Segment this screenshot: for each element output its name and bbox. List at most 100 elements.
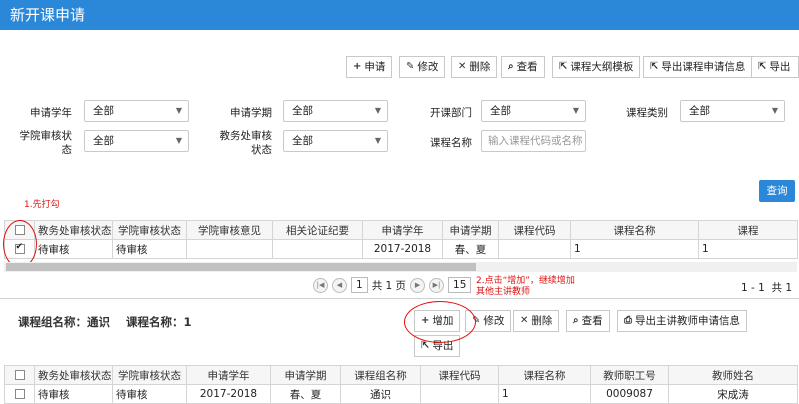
table-row[interactable]: 待审核 待审核 2017-2018 春、夏 通识 1 0009087 宋成涛 [4, 384, 798, 404]
group-value: 通识 [87, 315, 110, 329]
office-status-select[interactable]: 全部 ▼ [283, 130, 388, 152]
college-status-label: 学院审核状态 [19, 130, 73, 156]
export-icon: ⇱ [559, 61, 568, 72]
col-college-opinion[interactable]: 学院审核意见 [186, 220, 273, 240]
chevron-down-icon: ▼ [572, 106, 579, 115]
table-cell: 待审核 [34, 384, 113, 404]
table-header-row: 教务处审核状态 学院审核状态 学院审核意见 相关论证纪要 申请学年 申请学期 课… [4, 220, 798, 240]
chevron-down-icon: ▼ [771, 106, 778, 115]
export-apply-button[interactable]: ⇱ 导出课程申请信息 [643, 56, 753, 78]
table-cell [186, 239, 273, 259]
col-course-code[interactable]: 课程代码 [498, 220, 571, 240]
col-term[interactable]: 申请学期 [442, 220, 499, 240]
next-page-icon[interactable]: ▶ [410, 277, 426, 293]
col-course-name[interactable]: 课程名称 [498, 365, 591, 385]
col-course-code[interactable]: 课程代码 [420, 365, 499, 385]
apply-button[interactable]: + 申请 [346, 56, 393, 78]
col-teacher-id[interactable]: 教师职工号 [590, 365, 669, 385]
col-minutes[interactable]: 相关论证纪要 [272, 220, 363, 240]
divider [0, 298, 799, 299]
edit-button[interactable]: ✎ 修改 [399, 56, 446, 78]
teacher-table: 教务处审核状态 学院审核状态 申请学年 申请学期 课程组名称 课程代码 课程名称… [4, 365, 798, 404]
col-term[interactable]: 申请学期 [270, 365, 341, 385]
type-select[interactable]: 全部 ▼ [680, 100, 785, 122]
annotation-circle-checkbox [3, 220, 37, 268]
sub-view-button[interactable]: ⌕ 查看 [566, 310, 610, 332]
window-title: 新开课申请 [0, 0, 799, 30]
horizontal-scrollbar[interactable] [4, 262, 797, 272]
col-office-status[interactable]: 教务处审核状态 [34, 220, 113, 240]
page-input[interactable]: 1 [351, 277, 368, 293]
syllabus-template-button[interactable]: ⇱ 课程大纲模板 [552, 56, 641, 78]
table-cell: 1 [698, 239, 798, 259]
first-page-icon[interactable]: |◀ [313, 277, 328, 293]
table-cell: 通识 [340, 384, 421, 404]
annotation-step2: 2.点击“增加”，继续增加其他主讲教师 [476, 276, 575, 297]
syllabus-label: 课程大纲模板 [570, 61, 634, 73]
col-group-name[interactable]: 课程组名称 [340, 365, 421, 385]
export-button[interactable]: ⇱ 导出 [751, 56, 799, 78]
table-cell: 待审核 [112, 239, 187, 259]
table-cell: 宋成涛 [668, 384, 798, 404]
delete-button[interactable]: ✕ 删除 [451, 56, 498, 78]
course-name-input[interactable]: 输入课程代码或名称 [481, 130, 586, 152]
table-cell: 待审核 [34, 239, 113, 259]
scrollbar-thumb[interactable] [6, 263, 476, 271]
prev-page-icon[interactable]: ◀ [332, 277, 347, 293]
page-size-select[interactable]: 15 [448, 277, 472, 293]
sub-delete-button[interactable]: ✕ 删除 [513, 310, 560, 332]
col-course[interactable]: 课程 [698, 220, 798, 240]
col-college-status[interactable]: 学院审核状态 [112, 365, 187, 385]
query-button[interactable]: 查询 [759, 180, 795, 202]
term-select[interactable]: 全部 ▼ [283, 100, 388, 122]
total-count: 共 1 [771, 282, 793, 294]
col-college-status[interactable]: 学院审核状态 [112, 220, 187, 240]
search-icon: ⌕ [573, 315, 579, 326]
export-icon: ⇱ [650, 61, 659, 72]
range-text: 1 - 1 共 1 [741, 280, 792, 295]
printer-icon: ⎙ [624, 315, 632, 326]
col-teacher-name[interactable]: 教师姓名 [668, 365, 798, 385]
last-page-icon[interactable]: ▶| [429, 277, 445, 293]
delete-icon: ✕ [520, 315, 529, 326]
export-apply-label: 导出课程申请信息 [661, 61, 746, 73]
view-button[interactable]: ⌕ 查看 [501, 56, 545, 78]
col-office-status[interactable]: 教务处审核状态 [34, 365, 113, 385]
table-cell: 0009087 [590, 384, 669, 404]
office-status-label: 教务处审核状态 [219, 130, 273, 156]
plus-icon: + [353, 61, 362, 72]
delete-icon: ✕ [458, 61, 467, 72]
row-select-cell[interactable] [4, 384, 35, 404]
dept-select[interactable]: 全部 ▼ [481, 100, 586, 122]
total-pages: 共 1 页 [371, 279, 407, 292]
course-label: 课程名称： [126, 315, 184, 329]
col-year[interactable]: 申请学年 [362, 220, 443, 240]
search-icon: ⌕ [508, 61, 514, 72]
sub-edit-label: 修改 [483, 315, 505, 327]
college-status-value: 全部 [93, 135, 114, 147]
table-row[interactable]: 待审核 待审核 2017-2018 春、夏 1 1 [4, 239, 798, 259]
group-label: 课程组名称： [18, 315, 87, 329]
row-checkbox[interactable] [14, 389, 25, 399]
table-cell: 春、夏 [270, 384, 341, 404]
office-status-value: 全部 [292, 135, 313, 147]
table-cell [420, 384, 499, 404]
export-teacher-button[interactable]: ⎙ 导出主讲教师申请信息 [617, 310, 747, 332]
export-label: 导出 [769, 61, 791, 73]
year-select[interactable]: 全部 ▼ [84, 100, 189, 122]
delete-label: 删除 [469, 61, 491, 73]
year-value: 全部 [93, 105, 114, 117]
edit-label: 修改 [417, 61, 439, 73]
select-all-cell[interactable] [4, 365, 35, 385]
select-all-checkbox[interactable] [14, 370, 25, 380]
dept-value: 全部 [490, 105, 511, 117]
col-year[interactable]: 申请学年 [186, 365, 271, 385]
college-status-select[interactable]: 全部 ▼ [84, 130, 189, 152]
col-course-name[interactable]: 课程名称 [570, 220, 699, 240]
chevron-down-icon: ▼ [374, 136, 381, 145]
annotation-circle-add [404, 301, 476, 343]
chevron-down-icon: ▼ [374, 106, 381, 115]
term-label: 申请学期 [230, 107, 272, 119]
table-cell [272, 239, 363, 259]
table-cell [498, 239, 571, 259]
